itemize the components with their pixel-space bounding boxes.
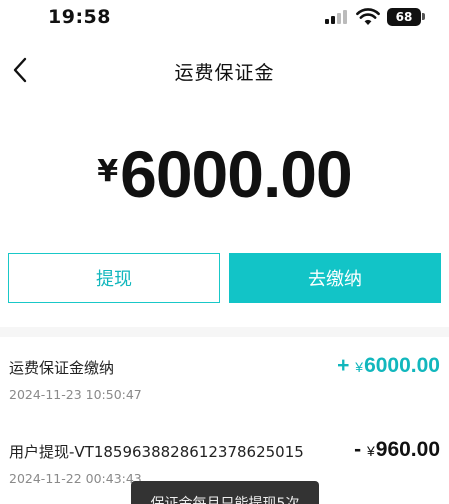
transaction-title: 用户提现-VT185963882861237862​5015 (9, 443, 304, 461)
toast-message: 保证金每月只能提现5次 (131, 481, 319, 504)
status-bar: 19:58 68 (0, 0, 449, 36)
transaction-time: 2024-11-22 00:43:43 (9, 471, 142, 486)
currency-symbol: ¥ (366, 443, 375, 459)
transaction-title: 运费保证金缴纳 (9, 359, 115, 377)
balance-amount: 6000.00 (120, 137, 353, 211)
battery-indicator: 68 (387, 8, 421, 26)
transaction-time: 2024-11-23 10:50:47 (9, 387, 142, 402)
pay-deposit-button[interactable]: 去缴纳 (229, 253, 441, 303)
amount-sign: + (337, 354, 350, 377)
currency-symbol: ¥ (97, 154, 119, 189)
amount-sign: - (354, 438, 362, 461)
page-title: 运费保证金 (174, 62, 275, 84)
transaction-row: 运费保证金缴纳 2024-11-23 10:50:47 + ¥6000.00 (0, 354, 449, 427)
section-divider (0, 327, 449, 337)
battery-cap (422, 13, 425, 20)
amount-value: 960.00 (375, 438, 440, 461)
cellular-signal-icon (325, 10, 349, 24)
withdraw-button[interactable]: 提现 (8, 253, 220, 303)
wifi-icon (356, 8, 380, 25)
currency-symbol: ¥ (355, 359, 364, 375)
navigation-bar: 运费保证金 (0, 48, 449, 92)
transaction-amount: + ¥6000.00 (337, 354, 440, 378)
deposit-balance: ¥6000.00 (0, 136, 449, 212)
amount-value: 6000.00 (364, 354, 440, 377)
status-time: 19:58 (48, 6, 111, 28)
transaction-amount: - ¥960.00 (354, 438, 440, 462)
